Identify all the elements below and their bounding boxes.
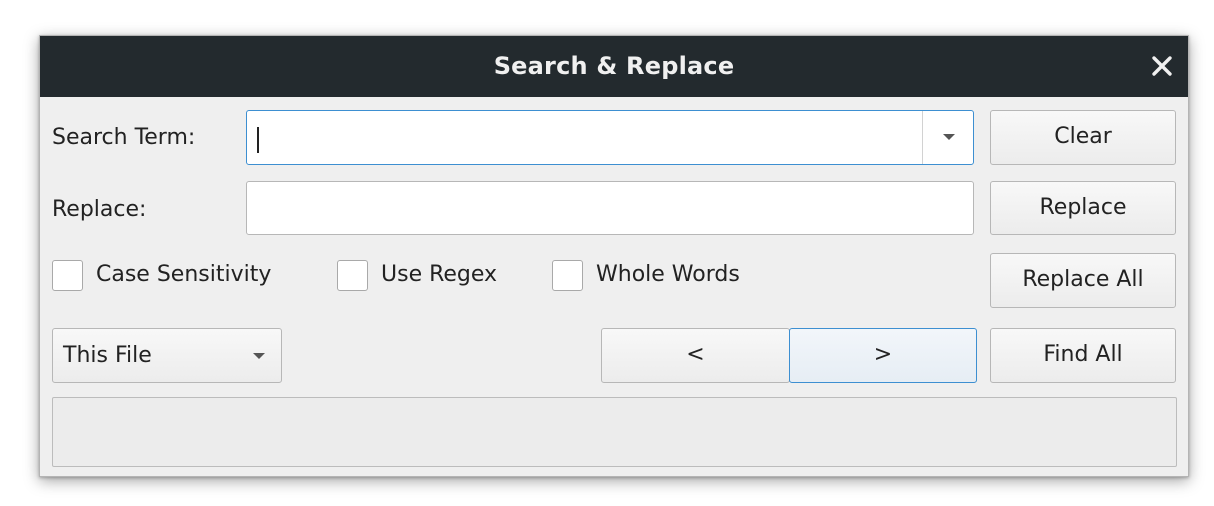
search-history-dropdown[interactable] — [922, 111, 973, 164]
next-match-label: > — [873, 342, 893, 367]
search-term-combobox[interactable] — [246, 110, 974, 165]
close-button[interactable] — [1144, 48, 1180, 84]
next-match-button[interactable]: > — [789, 328, 977, 383]
whole-words-label[interactable]: Whole Words — [596, 262, 740, 287]
search-term-label: Search Term: — [52, 125, 196, 150]
replace-all-button[interactable]: Replace All — [990, 253, 1176, 308]
previous-match-button[interactable]: < — [601, 328, 790, 383]
find-all-button[interactable]: Find All — [990, 328, 1176, 383]
dialog-title: Search & Replace — [493, 52, 735, 80]
replace-label: Replace: — [52, 197, 147, 222]
replace-all-button-label: Replace All — [1022, 267, 1144, 292]
clear-button-label: Clear — [1054, 124, 1112, 149]
status-text — [53, 398, 1176, 414]
find-all-button-label: Find All — [1043, 342, 1123, 367]
clear-button[interactable]: Clear — [990, 110, 1176, 165]
use-regex-checkbox[interactable] — [337, 260, 368, 291]
use-regex-label[interactable]: Use Regex — [381, 262, 497, 287]
whole-words-checkbox[interactable] — [552, 260, 583, 291]
case-sensitivity-label[interactable]: Case Sensitivity — [96, 262, 271, 287]
case-sensitivity-checkbox[interactable] — [52, 260, 83, 291]
chevron-down-icon — [943, 134, 955, 140]
replace-field[interactable] — [246, 181, 974, 235]
close-icon — [1152, 56, 1172, 76]
chevron-down-icon — [253, 353, 265, 359]
title-bar[interactable]: Search & Replace — [40, 36, 1188, 97]
replace-button-label: Replace — [1039, 195, 1127, 220]
search-replace-dialog: Search & Replace Search Term: Clear Repl… — [39, 35, 1189, 477]
previous-match-label: < — [686, 342, 705, 367]
text-cursor — [257, 127, 259, 153]
search-scope-dropdown[interactable]: This File — [52, 328, 282, 383]
search-scope-value: This File — [63, 343, 152, 368]
replace-input[interactable] — [253, 188, 967, 228]
replace-button[interactable]: Replace — [990, 181, 1176, 235]
status-area — [52, 397, 1177, 467]
search-term-input[interactable] — [253, 117, 917, 158]
